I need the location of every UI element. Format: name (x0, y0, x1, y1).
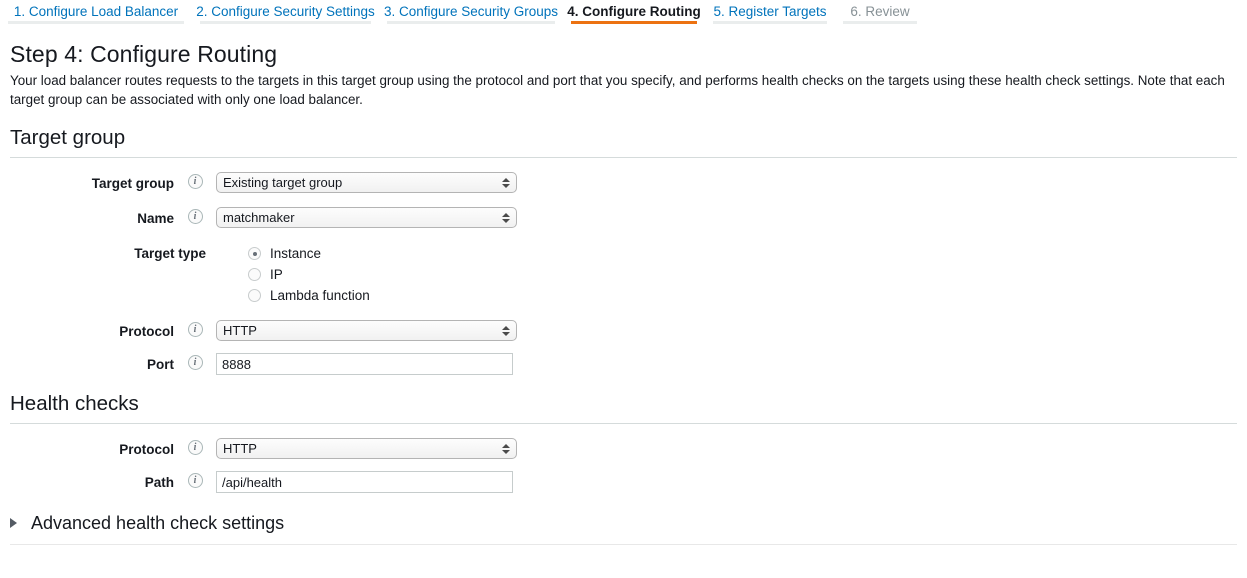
info-icon[interactable]: i (187, 322, 203, 337)
radio-target-type-ip[interactable]: IP (248, 264, 1237, 285)
field-cell: HTTPHTTPSTCPTLSUDP (216, 320, 1237, 341)
section-heading-target-group: Target group (10, 126, 126, 149)
wizard-tab-configure-routing[interactable]: 4. Configure Routing (563, 0, 705, 28)
info-icon[interactable]: i (187, 440, 203, 455)
section-heading-health-checks: Health checks (10, 392, 139, 415)
bottom-divider (10, 544, 1237, 545)
wizard-tab-review[interactable]: 6. Review (835, 0, 925, 28)
info-cell: i (174, 320, 216, 337)
label-health-protocol: Protocol (119, 442, 174, 457)
port-input[interactable] (216, 353, 513, 375)
form-row-name: Name i matchmaker (10, 207, 1237, 228)
wizard-tab-configure-load-balancer[interactable]: 1. Configure Load Balancer (0, 0, 192, 28)
label-target-group: Target group (91, 176, 174, 191)
radio-dot-icon (248, 289, 261, 302)
info-cell: i (174, 438, 216, 455)
form-row-target-type: Target type Instance IP Lambda function (10, 242, 1237, 306)
form-row-target-group: Target group i New target groupExisting … (10, 172, 1237, 193)
wizard-tab-configure-security-groups[interactable]: 3. Configure Security Groups (379, 0, 563, 28)
page-description: Your load balancer routes requests to th… (10, 73, 1225, 107)
name-select-wrap: matchmaker (216, 207, 517, 228)
form-row-health-protocol: Protocol i HTTPHTTPS (10, 438, 1237, 459)
wizard-tab-register-targets[interactable]: 5. Register Targets (705, 0, 835, 28)
info-icon[interactable]: i (187, 209, 203, 224)
form-row-protocol: Protocol i HTTPHTTPSTCPTLSUDP (10, 320, 1237, 341)
wizard-tab-label: 5. Register Targets (713, 4, 827, 19)
field-cell: Instance IP Lambda function (248, 242, 1237, 306)
info-cell-empty (206, 242, 248, 244)
info-cell: i (174, 353, 216, 370)
wizard-tab-configure-security-settings[interactable]: 2. Configure Security Settings (192, 0, 379, 28)
wizard-tab-label: 4. Configure Routing (567, 4, 701, 19)
protocol-select[interactable]: HTTPHTTPSTCPTLSUDP (216, 320, 517, 341)
target-group-select[interactable]: New target groupExisting target group (216, 172, 517, 193)
chevron-right-icon (10, 518, 17, 528)
wizard-tab-underline (843, 21, 917, 24)
name-select[interactable]: matchmaker (216, 207, 517, 228)
label-health-path: Path (144, 475, 174, 490)
radio-label: IP (270, 267, 283, 282)
wizard-tab-underline (713, 21, 827, 24)
target-type-radio-group: Instance IP Lambda function (248, 242, 1237, 306)
radio-dot-icon (248, 268, 261, 281)
info-cell: i (174, 471, 216, 488)
section-divider (10, 157, 1237, 158)
label-protocol: Protocol (119, 324, 174, 339)
label-target-type: Target type (134, 246, 206, 261)
page-title: Step 4: Configure Routing (10, 41, 278, 67)
info-icon[interactable]: i (187, 473, 203, 488)
radio-target-type-lambda-function[interactable]: Lambda function (248, 285, 1237, 306)
radio-label: Instance (270, 246, 322, 261)
wizard-tab-underline (8, 21, 184, 24)
field-cell (216, 471, 1237, 493)
advanced-health-check-settings-expander[interactable]: Advanced health check settings (0, 511, 1247, 535)
field-cell: matchmaker (216, 207, 1237, 228)
advanced-health-check-settings-label: Advanced health check settings (31, 513, 285, 533)
field-cell: New target groupExisting target group (216, 172, 1237, 193)
health-protocol-select[interactable]: HTTPHTTPS (216, 438, 517, 459)
radio-label: Lambda function (270, 288, 370, 303)
wizard-tab-underline (200, 21, 371, 24)
info-cell: i (174, 207, 216, 224)
wizard-tab-underline-active (571, 21, 697, 24)
health-path-input[interactable] (216, 471, 513, 493)
health-protocol-select-wrap: HTTPHTTPS (216, 438, 517, 459)
wizard-tab-label: 1. Configure Load Balancer (13, 4, 179, 19)
wizard-tab-label: 6. Review (850, 4, 910, 19)
field-cell: HTTPHTTPS (216, 438, 1237, 459)
wizard-tab-label: 2. Configure Security Settings (196, 4, 375, 19)
target-group-select-wrap: New target groupExisting target group (216, 172, 517, 193)
label-port: Port (147, 357, 174, 372)
form-row-health-path: Path i (10, 471, 1237, 493)
radio-dot-icon (248, 247, 261, 260)
wizard-tab-label: 3. Configure Security Groups (383, 4, 559, 19)
radio-target-type-instance[interactable]: Instance (248, 243, 1237, 264)
form-row-port: Port i (10, 353, 1237, 375)
field-cell (216, 353, 1237, 375)
wizard-tab-underline (387, 21, 555, 24)
label-name: Name (137, 211, 174, 226)
protocol-select-wrap: HTTPHTTPSTCPTLSUDP (216, 320, 517, 341)
info-cell: i (174, 172, 216, 189)
info-icon[interactable]: i (187, 174, 203, 189)
wizard-step-tabs: 1. Configure Load Balancer 2. Configure … (0, 0, 1247, 28)
info-icon[interactable]: i (187, 355, 203, 370)
section-divider (10, 423, 1237, 424)
